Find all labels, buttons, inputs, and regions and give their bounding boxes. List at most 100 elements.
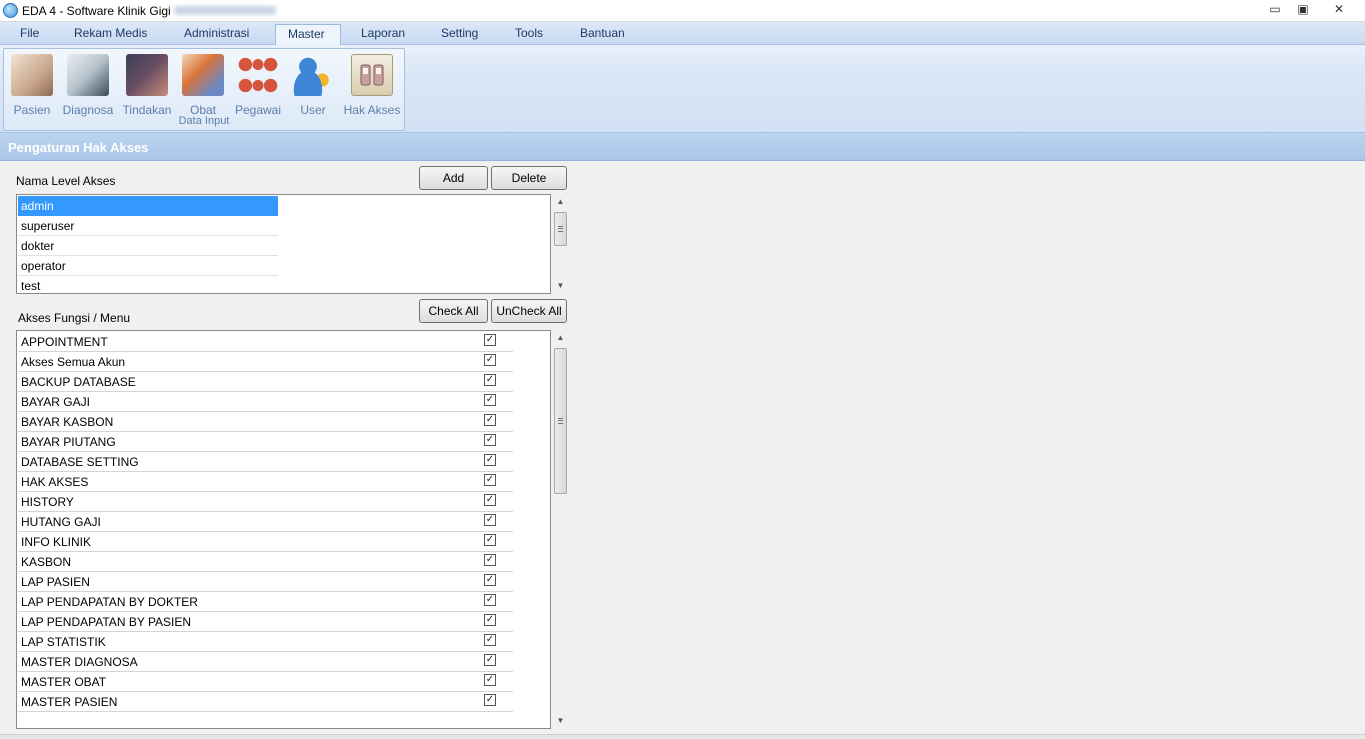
table-row: LAP STATISTIK ✓ xyxy=(18,632,513,652)
section-title: Pengaturan Hak Akses xyxy=(8,140,149,155)
row-checkbox[interactable]: ✓ xyxy=(484,354,496,366)
check-all-button[interactable]: Check All xyxy=(419,299,488,323)
row-name: BAYAR PIUTANG xyxy=(21,435,116,449)
table-row: APPOINTMENT ✓ xyxy=(18,332,513,352)
table-row: MASTER OBAT ✓ xyxy=(18,672,513,692)
ribbon-button-user[interactable]: User xyxy=(285,54,341,117)
row-name: LAP STATISTIK xyxy=(21,635,106,649)
ribbon-button-diagnosa[interactable]: Diagnosa xyxy=(60,54,116,117)
row-checkbox[interactable]: ✓ xyxy=(484,654,496,666)
level-item-operator[interactable]: operator xyxy=(18,256,278,276)
table-row: HUTANG GAJI ✓ xyxy=(18,512,513,532)
row-checkbox[interactable]: ✓ xyxy=(484,694,496,706)
ribbon-button-hak-akses[interactable]: Hak Akses xyxy=(342,54,402,117)
level-label: Nama Level Akses xyxy=(16,174,116,188)
menu-rekam-medis[interactable]: Rekam Medis xyxy=(62,24,159,45)
app-icon xyxy=(3,3,18,18)
treatment-icon xyxy=(126,54,168,96)
ribbon-button-pasien[interactable]: Pasien xyxy=(4,54,60,117)
minimize-button[interactable]: ▭ xyxy=(1261,0,1289,18)
table-row: LAP PENDAPATAN BY PASIEN ✓ xyxy=(18,612,513,632)
delete-button[interactable]: Delete xyxy=(491,166,567,190)
table-row: HISTORY ✓ xyxy=(18,492,513,512)
scroll-down-arrow-icon[interactable]: ▼ xyxy=(552,713,569,729)
menu-laporan[interactable]: Laporan xyxy=(349,24,417,45)
maximize-button[interactable]: ▣ xyxy=(1289,0,1317,18)
scroll-thumb[interactable] xyxy=(554,212,567,246)
access-grid: APPOINTMENT ✓ Akses Semua Akun ✓ BACKUP DA… xyxy=(16,330,551,729)
switch-icon xyxy=(351,54,393,96)
row-checkbox[interactable]: ✓ xyxy=(484,534,496,546)
table-row: BAYAR PIUTANG ✓ xyxy=(18,432,513,452)
scroll-thumb[interactable] xyxy=(554,348,567,494)
table-row: MASTER PASIEN ✓ xyxy=(18,692,513,712)
medicine-icon xyxy=(182,54,224,96)
scroll-up-arrow-icon[interactable]: ▲ xyxy=(552,194,569,210)
level-item-dokter[interactable]: dokter xyxy=(18,236,278,256)
doctor-icon xyxy=(67,54,109,96)
level-item-superuser[interactable]: superuser xyxy=(18,216,278,236)
menu-bantuan[interactable]: Bantuan xyxy=(568,24,637,45)
row-checkbox[interactable]: ✓ xyxy=(484,614,496,626)
table-row: HAK AKSES ✓ xyxy=(18,472,513,492)
row-name: MASTER OBAT xyxy=(21,675,107,689)
scroll-up-arrow-icon[interactable]: ▲ xyxy=(552,330,569,346)
table-row: MASTER DIAGNOSA ✓ xyxy=(18,652,513,672)
user-key-icon xyxy=(292,54,334,96)
level-list-scrollbar[interactable]: ▲ ▼ xyxy=(552,194,569,294)
row-checkbox[interactable]: ✓ xyxy=(484,514,496,526)
access-grid-scrollbar[interactable]: ▲ ▼ xyxy=(552,330,569,729)
row-name: KASBON xyxy=(21,555,72,569)
row-checkbox[interactable]: ✓ xyxy=(484,674,496,686)
level-item-test[interactable]: test xyxy=(18,276,278,293)
level-list[interactable]: admin superuser dokter operator test xyxy=(16,194,551,294)
table-row: DATABASE SETTING ✓ xyxy=(18,452,513,472)
row-name: HUTANG GAJI xyxy=(21,515,101,529)
row-checkbox[interactable]: ✓ xyxy=(484,454,496,466)
row-checkbox[interactable]: ✓ xyxy=(484,414,496,426)
add-button[interactable]: Add xyxy=(419,166,488,190)
row-name: HAK AKSES xyxy=(21,475,89,489)
window-title: EDA 4 - Software Klinik Gigi xyxy=(22,4,171,18)
title-bar: EDA 4 - Software Klinik Gigi ▭ ▣ ✕ xyxy=(0,0,1365,22)
row-name: HISTORY xyxy=(21,495,74,509)
menu-tools[interactable]: Tools xyxy=(503,24,555,45)
row-name: BAYAR GAJI xyxy=(21,395,90,409)
row-name: LAP PENDAPATAN BY DOKTER xyxy=(21,595,198,609)
row-checkbox[interactable]: ✓ xyxy=(484,434,496,446)
scroll-down-arrow-icon[interactable]: ▼ xyxy=(552,278,569,294)
row-checkbox[interactable]: ✓ xyxy=(484,574,496,586)
access-label: Akses Fungsi / Menu xyxy=(18,311,131,325)
row-checkbox[interactable]: ✓ xyxy=(484,474,496,486)
ribbon-group-data-input: Pasien Diagnosa Tindakan Obat Pegawai Us… xyxy=(3,48,405,131)
level-item-admin[interactable]: admin xyxy=(18,196,278,216)
ribbon-button-tindakan[interactable]: Tindakan xyxy=(119,54,175,117)
ribbon-button-pegawai[interactable]: Pegawai xyxy=(230,54,286,117)
table-row: LAP PENDAPATAN BY DOKTER ✓ xyxy=(18,592,513,612)
menu-file[interactable]: File xyxy=(8,24,51,45)
row-name: APPOINTMENT xyxy=(21,335,108,349)
row-checkbox[interactable]: ✓ xyxy=(484,554,496,566)
row-checkbox[interactable]: ✓ xyxy=(484,594,496,606)
uncheck-all-button[interactable]: UnCheck All xyxy=(491,299,567,323)
menu-administrasi[interactable]: Administrasi xyxy=(172,24,261,45)
row-checkbox[interactable]: ✓ xyxy=(484,394,496,406)
row-name: LAP PENDAPATAN BY PASIEN xyxy=(21,615,192,629)
row-checkbox[interactable]: ✓ xyxy=(484,334,496,346)
row-checkbox[interactable]: ✓ xyxy=(484,494,496,506)
row-checkbox[interactable]: ✓ xyxy=(484,374,496,386)
menu-master[interactable]: Master xyxy=(275,24,341,45)
menu-bar: File Rekam Medis Administrasi Master Lap… xyxy=(0,22,1365,45)
patient-icon xyxy=(11,54,53,96)
ribbon-button-obat[interactable]: Obat xyxy=(175,54,231,117)
ribbon-group-label: Data Input xyxy=(178,115,230,127)
table-row: INFO KLINIK ✓ xyxy=(18,532,513,552)
row-name: BACKUP DATABASE xyxy=(21,375,136,389)
row-name: BAYAR KASBON xyxy=(21,415,114,429)
section-header: Pengaturan Hak Akses xyxy=(0,133,1365,161)
row-checkbox[interactable]: ✓ xyxy=(484,634,496,646)
menu-setting[interactable]: Setting xyxy=(429,24,490,45)
row-name: MASTER PASIEN xyxy=(21,695,118,709)
close-button[interactable]: ✕ xyxy=(1317,0,1361,18)
row-name: LAP PASIEN xyxy=(21,575,90,589)
